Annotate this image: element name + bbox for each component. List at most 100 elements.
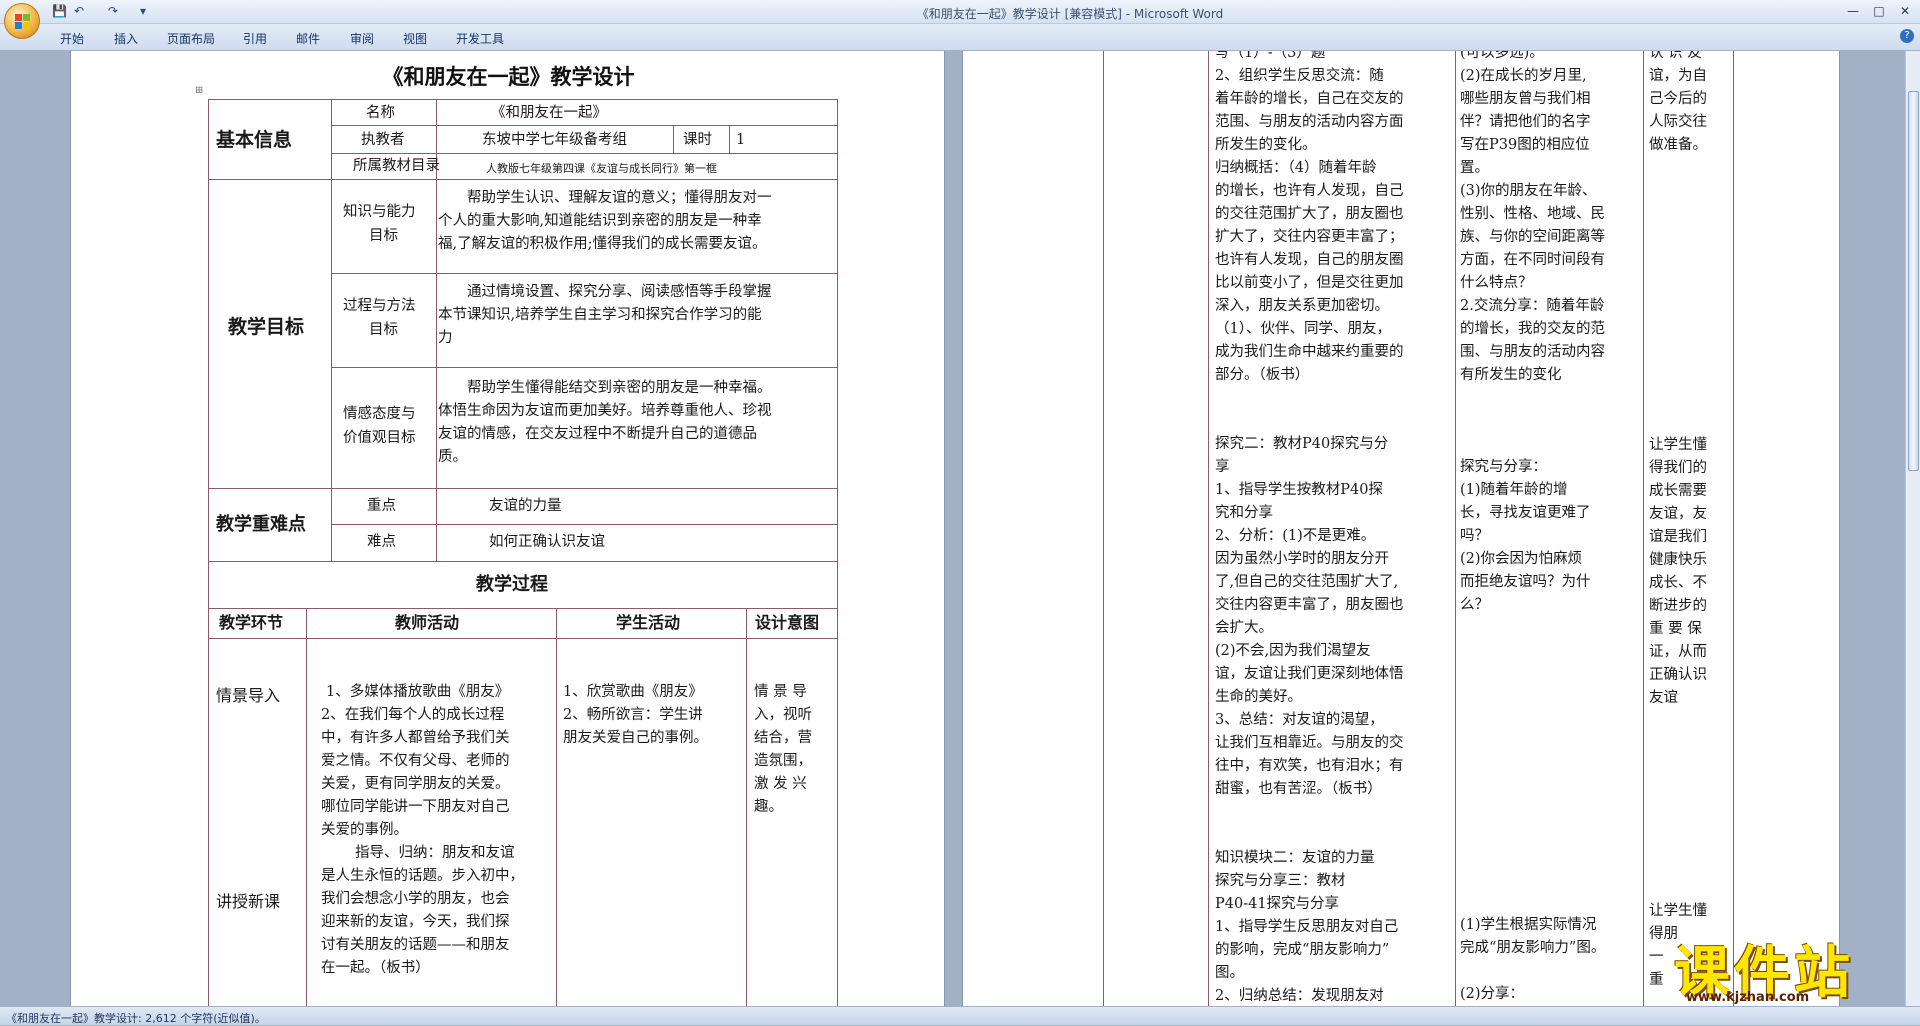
teacher-activity-line[interactable]: 我们会想念小学的朋友，也会 — [321, 888, 510, 911]
page2-design-line[interactable]: 成长需要 — [1649, 480, 1707, 503]
page2-student-line[interactable]: 族、与你的空间距离等 — [1460, 226, 1605, 249]
page2-teacher-line[interactable]: 谊，友谊让我们更深刻地体悟 — [1215, 663, 1404, 686]
document-page-1[interactable]: ⊞ 《和朋友在一起》教学设计 基本信息 名称 《和朋友在一起》 执教者 东坡中学… — [70, 51, 945, 1006]
page2-teacher-line[interactable]: 的增长，也许有人发现，自己 — [1215, 180, 1404, 203]
page2-design-line[interactable]: 让学生懂 — [1649, 900, 1707, 923]
page2-teacher-line[interactable]: 归纳概括：（4）随着年龄 — [1215, 157, 1376, 180]
page2-teacher-line[interactable]: (2)不会,因为我们渴望友 — [1215, 640, 1371, 663]
teacher-activity-line[interactable]: 中，有许多人都曾给予我们关 — [321, 727, 510, 750]
page2-student-line[interactable]: (可以多选)。 — [1460, 51, 1544, 65]
tab-home[interactable]: 开始 — [60, 30, 84, 47]
page2-teacher-line[interactable]: 往中，有欢笑，也有泪水；有 — [1215, 755, 1404, 778]
page2-design-line[interactable]: 己今后的 — [1649, 88, 1707, 111]
page2-student-line[interactable]: 性别、性格、地域、民 — [1460, 203, 1605, 226]
page2-student-line[interactable]: (1)学生根据实际情况 — [1460, 914, 1597, 937]
page2-design-line[interactable]: 健康快乐 — [1649, 549, 1707, 572]
design-intent-line[interactable]: 激 发 兴 — [754, 773, 807, 796]
page2-teacher-line[interactable]: 1、指导学生按教材P40探 — [1215, 479, 1383, 502]
design-intent-line[interactable]: 入，视听 — [754, 704, 812, 727]
student-activity-line[interactable]: 2、畅所欲言：学生讲 — [563, 704, 703, 727]
page2-design-line[interactable]: 让学生懂 — [1649, 434, 1707, 457]
page2-design-line[interactable]: 做准备。 — [1649, 134, 1707, 157]
page2-design-line[interactable]: 断进步的 — [1649, 595, 1707, 618]
page2-student-line[interactable]: 的增长，我的交友的范 — [1460, 318, 1605, 341]
tab-review[interactable]: 审阅 — [350, 30, 374, 47]
page2-student-line[interactable]: 写在P39图的相应位 — [1460, 134, 1590, 157]
page2-design-line[interactable]: 一 — [1649, 946, 1664, 969]
key-value[interactable]: 友谊的力量 — [489, 495, 562, 518]
page2-teacher-line[interactable]: 的影响，完成“朋友影响力” — [1215, 939, 1389, 962]
period-value[interactable]: 1 — [736, 129, 745, 152]
author-value[interactable]: 东坡中学七年级备考组 — [482, 129, 627, 152]
page2-student-line[interactable]: 有所发生的变化 — [1460, 364, 1562, 387]
page2-teacher-line[interactable]: 2、组织学生反思交流：随 — [1215, 65, 1384, 88]
emotion-line-1[interactable]: 帮助学生懂得能结交到亲密的朋友是一种幸福。 — [467, 377, 772, 400]
emotion-line-4[interactable]: 质。 — [438, 446, 467, 469]
close-button[interactable]: ✕ — [1892, 2, 1918, 20]
page2-student-line[interactable]: (1)随着年龄的增 — [1460, 479, 1568, 502]
page2-student-line[interactable]: (2)分享： — [1460, 983, 1524, 1006]
page2-teacher-line[interactable]: 1、指导学生反思朋友对自己 — [1215, 916, 1398, 939]
page2-design-line[interactable]: 重 — [1649, 969, 1664, 992]
difficulty-value[interactable]: 如何正确认识友谊 — [489, 531, 605, 554]
page2-teacher-line[interactable]: 探究与分享三：教材 — [1215, 870, 1346, 893]
tab-page-layout[interactable]: 页面布局 — [167, 30, 215, 47]
design-intent-line[interactable]: 结合，营 — [754, 727, 812, 750]
design-intent-line[interactable]: 情 景 导 — [754, 681, 807, 704]
teacher-activity-line[interactable]: 哪位同学能讲一下朋友对自己 — [321, 796, 510, 819]
page2-teacher-line[interactable]: 交往内容更丰富了，朋友圈也 — [1215, 594, 1404, 617]
office-button[interactable] — [4, 3, 40, 39]
page2-design-line[interactable]: 友谊，友 — [1649, 503, 1707, 526]
tab-view[interactable]: 视图 — [403, 30, 427, 47]
page2-teacher-line[interactable]: 部分。（板书） — [1215, 364, 1309, 387]
name-value[interactable]: 《和朋友在一起》 — [491, 102, 607, 125]
page2-design-line[interactable]: 得我们的 — [1649, 457, 1707, 480]
process-line-3[interactable]: 力 — [438, 327, 453, 350]
page2-teacher-line[interactable]: 因为虽然小学时的朋友分开 — [1215, 548, 1389, 571]
teacher-activity-line[interactable]: 讨有关朋友的话题——和朋友 — [321, 934, 510, 957]
page2-student-line[interactable]: 置。 — [1460, 157, 1489, 180]
page2-teacher-line[interactable]: 成为我们生命中越来约重要的 — [1215, 341, 1404, 364]
page2-design-line[interactable]: 谊是我们 — [1649, 526, 1707, 549]
tab-insert[interactable]: 插入 — [114, 30, 138, 47]
page2-student-line[interactable]: 长，寻找友谊更难了 — [1460, 502, 1591, 525]
maximize-button[interactable]: □ — [1866, 2, 1892, 20]
page2-student-line[interactable]: 而拒绝友谊吗？为什 — [1460, 571, 1591, 594]
page2-design-line[interactable]: 人际交往 — [1649, 111, 1707, 134]
document-workspace[interactable]: ⊞ 《和朋友在一起》教学设计 基本信息 名称 《和朋友在一起》 执教者 东坡中学… — [0, 51, 1905, 1006]
tab-developer[interactable]: 开发工具 — [456, 30, 504, 47]
page2-design-line[interactable]: 认 识 友 — [1649, 51, 1702, 65]
teacher-activity-line[interactable]: 1、多媒体播放歌曲《朋友》 — [326, 681, 509, 704]
student-activity-line[interactable]: 1、欣赏歌曲《朋友》 — [563, 681, 703, 704]
page2-student-line[interactable]: 方面，在不同时间段有 — [1460, 249, 1605, 272]
page2-student-line[interactable]: 2.交流分享：随着年龄 — [1460, 295, 1604, 318]
page2-student-line[interactable]: 探究与分享： — [1460, 456, 1547, 479]
page2-teacher-line[interactable]: 比以前变小了，但是交往更加 — [1215, 272, 1404, 295]
page2-teacher-line[interactable]: 知识模块二：友谊的力量 — [1215, 847, 1375, 870]
design-intent-line[interactable]: 造氛围， — [754, 750, 812, 773]
page2-teacher-line[interactable]: 3、总结：对友谊的渴望， — [1215, 709, 1384, 732]
page2-teacher-line[interactable]: 深入，朋友关系更加密切。 — [1215, 295, 1389, 318]
page2-teacher-line[interactable]: 扩大了，交往内容更丰富了； — [1215, 226, 1404, 249]
page2-teacher-line[interactable]: 了,但自己的交往范围扩大了, — [1215, 571, 1398, 594]
teacher-activity-line[interactable]: 指导、归纳：朋友和友谊 — [355, 842, 515, 865]
process-line-1[interactable]: 通过情境设置、探究分享、阅读感悟等手段掌握 — [467, 281, 772, 304]
knowledge-line-2[interactable]: 个人的重大影响,知道能结识到亲密的朋友是一种幸 — [438, 210, 762, 233]
page2-student-line[interactable]: 什么特点？ — [1460, 272, 1533, 295]
page2-student-line[interactable]: 伴？请把他们的名字 — [1460, 111, 1591, 134]
teacher-activity-line[interactable]: 爱之情。不仅有父母、老师的 — [321, 750, 510, 773]
page2-student-line[interactable]: 围、与朋友的活动内容 — [1460, 341, 1605, 364]
textbook-value[interactable]: 人教版七年级第四课《友谊与成长同行》第一框 — [486, 157, 717, 180]
page2-teacher-line[interactable]: 生命的美好。 — [1215, 686, 1302, 709]
teacher-activity-line[interactable]: 关爱的事例。 — [321, 819, 408, 842]
emotion-line-2[interactable]: 体悟生命因为友谊而更加美好。培养尊重他人、珍视 — [438, 400, 772, 423]
page2-teacher-line[interactable]: 写（1）-（3）题 — [1215, 51, 1325, 65]
help-icon[interactable]: ? — [1900, 29, 1914, 43]
teacher-activity-line[interactable]: 关爱，更有同学朋友的关爱。 — [321, 773, 510, 796]
vertical-scrollbar[interactable] — [1905, 51, 1920, 1006]
document-page-2[interactable]: 写（1）-（3）题 2、组织学生反思交流：随 着年龄的增长，自己在交友的 范围、与朋友… — [962, 51, 1840, 1006]
word-count-status[interactable]: 《和朋友在一起》教学设计: 2,612 个字符(近似值)。 — [6, 1010, 266, 1026]
page2-teacher-line[interactable]: 所发生的变化。 — [1215, 134, 1317, 157]
page2-teacher-line[interactable]: 着年龄的增长，自己在交友的 — [1215, 88, 1404, 111]
page2-teacher-line[interactable]: 图。 — [1215, 962, 1244, 985]
